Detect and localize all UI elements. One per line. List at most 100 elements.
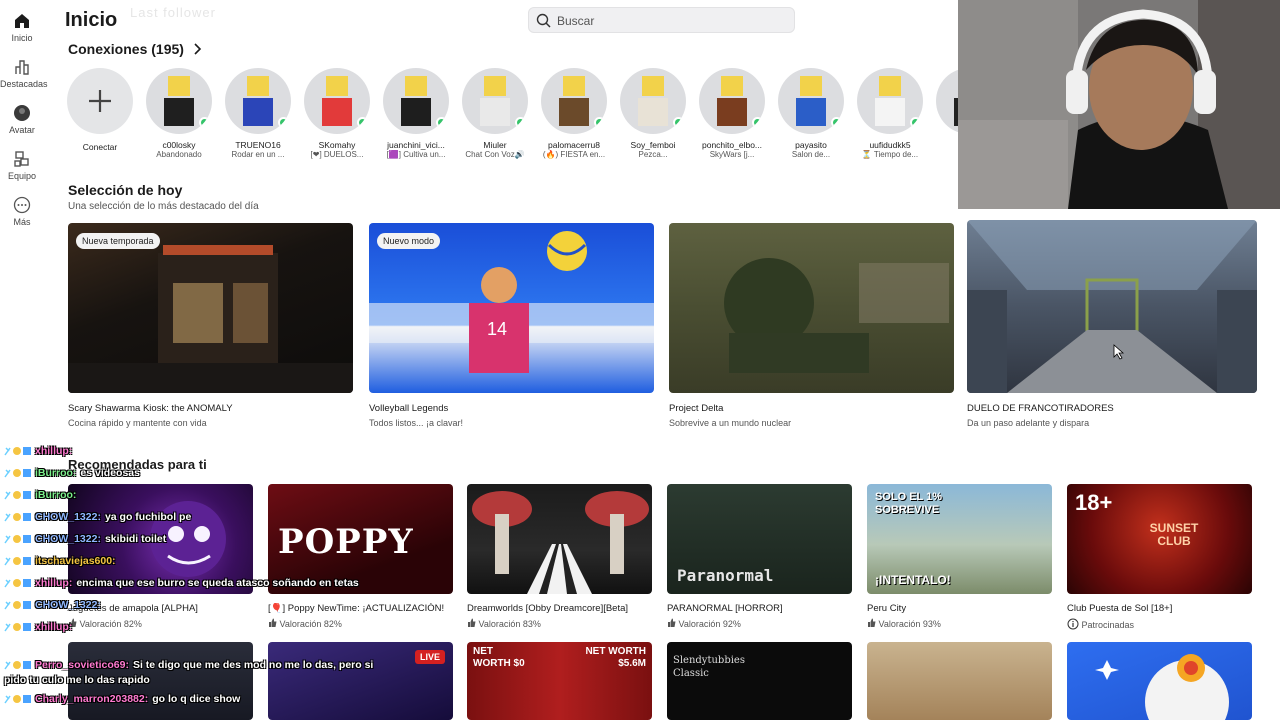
chat-text: go lo q dice show xyxy=(152,693,241,705)
nav-item-avatar[interactable]: Avatar xyxy=(0,104,44,135)
recommended-card[interactable]: SOLO EL 1% SOBREVIVE ¡INTENTALO! Peru Ci… xyxy=(867,484,1052,629)
dreamcore-art xyxy=(472,491,649,594)
chat-username: xhillup: xyxy=(35,445,73,457)
friend-item[interactable]: uufidudkk5 ⏳ Tiempo de... xyxy=(853,68,927,159)
webcam-feed xyxy=(958,0,1280,209)
recommended-card[interactable]: Dreamworlds [Obby Dreamcore][Beta] Valor… xyxy=(467,484,652,629)
friend-name: palomacerru8 xyxy=(548,140,600,150)
chat-text: es videosas xyxy=(80,467,140,479)
nav-label: Equipo xyxy=(7,171,37,181)
stream-overlay-label: Last follower xyxy=(130,5,216,20)
friend-item[interactable]: Miuler Chat Con Voz🔊 xyxy=(458,68,532,159)
chat-text: skibidi toilet xyxy=(104,533,167,545)
chat-username: xhillup: xyxy=(35,577,73,589)
game-thumbnail xyxy=(867,642,1052,720)
chat-username: Charly_marron203882: xyxy=(35,693,149,705)
today-card[interactable]: Project Delta Sobrevive a un mundo nucle… xyxy=(669,223,954,428)
friend-status: Pezca... xyxy=(638,150,668,159)
more-icon xyxy=(13,196,31,214)
chat-message: iBurroo: es videosas xyxy=(4,466,140,481)
chat-message: Perro_sovietico69: Si te digo que me des … xyxy=(4,658,376,688)
friend-item[interactable]: Soy_femboi Pezca... xyxy=(616,68,690,159)
thumbnail-text: NET WORTH $0 xyxy=(473,646,525,669)
friend-name: TRUENO16 xyxy=(235,140,281,150)
recommended-card[interactable]: Paranormal PARANORMAL [HORROR] Valoració… xyxy=(667,484,852,629)
chat-badges-icon xyxy=(4,491,31,500)
today-card[interactable]: 14 Nuevo modo Volleyball Legends Todos l… xyxy=(369,223,654,428)
connections-header[interactable]: Conexiones (195) xyxy=(68,41,202,57)
game-thumbnail xyxy=(1067,642,1252,720)
friend-status: [❤] DUELOS... xyxy=(310,150,364,159)
chat-badges-icon xyxy=(4,661,31,670)
chat-message: CHOW_1322: ya go fuchibol pe xyxy=(4,510,191,525)
friend-item[interactable]: juanchini_vici... [🟪] Cultiva un... xyxy=(379,68,453,159)
connect-button[interactable]: Conectar xyxy=(63,68,137,152)
recommended-card[interactable]: 18+ SUNSET CLUB Club Puesta de Sol [18+]… xyxy=(1067,484,1252,630)
thumbnail-text-secondary: ¡INTENTALO! xyxy=(875,573,951,587)
roblox-home-page: Inicio Destacadas Avatar Equipo Más Inic… xyxy=(0,0,1280,720)
team-icon xyxy=(14,151,29,167)
online-status-dot xyxy=(594,117,605,128)
nav-item-inicio[interactable]: Inicio xyxy=(0,12,44,43)
today-card[interactable]: DUELO DE FRANCOTIRADORES Da un paso adel… xyxy=(967,220,1257,428)
friend-name: Miuler xyxy=(483,140,507,150)
friend-status: Rodar en un ... xyxy=(231,150,285,159)
nav-item-equipo[interactable]: Equipo xyxy=(0,150,44,181)
home-icon xyxy=(15,14,29,28)
friend-status: Abandonado xyxy=(156,150,202,159)
recommended-card[interactable]: Slendytubbies Classic xyxy=(667,642,852,720)
chat-badges-icon xyxy=(4,695,31,704)
chat-message: itschaviejas600: xyxy=(4,554,120,569)
friend-name: juanchini_vici... xyxy=(387,140,445,150)
nav-item-mas[interactable]: Más xyxy=(0,196,44,227)
game-thumbnail: 18+ SUNSET CLUB xyxy=(1067,484,1252,594)
friend-item[interactable]: SKomahy [❤] DUELOS... xyxy=(300,68,374,159)
avatar xyxy=(778,68,844,134)
nav-label: Destacadas xyxy=(0,79,48,89)
online-status-dot xyxy=(752,117,763,128)
friend-item[interactable]: TRUENO16 Rodar en un ... xyxy=(221,68,295,159)
game-subtitle: Todos listos... ¡a clavar! xyxy=(369,418,464,428)
friend-item[interactable]: ponchito_elbo... SkyWars [j... xyxy=(695,68,769,159)
nav-label: Inicio xyxy=(11,33,33,43)
recommended-card[interactable]: NET WORTH $0 NET WORTH $5.6M xyxy=(467,642,652,720)
avatar xyxy=(857,68,923,134)
sniper-map-art xyxy=(967,220,1257,393)
chat-badges-icon xyxy=(4,623,31,632)
recommended-card[interactable] xyxy=(1067,642,1252,720)
nav-item-destacadas[interactable]: Destacadas xyxy=(0,58,48,89)
online-status-dot xyxy=(357,117,368,128)
online-status-dot xyxy=(199,117,210,128)
webcam-overlay xyxy=(958,0,1280,209)
online-status-dot xyxy=(831,117,842,128)
badge: Nuevo modo xyxy=(377,233,441,249)
chat-username: CHOW_1322: xyxy=(35,533,101,545)
friend-name: SKomahy xyxy=(318,140,356,150)
friend-name: c00losky xyxy=(162,140,196,150)
thumbnail-text: Slendytubbies Classic xyxy=(673,655,745,679)
info-icon xyxy=(1067,618,1079,630)
friend-name: payasito xyxy=(795,140,827,150)
friend-item[interactable]: c00losky Abandonado xyxy=(142,68,216,159)
search-placeholder: Buscar xyxy=(557,14,595,28)
today-subtitle: Una selección de lo más destacado del dí… xyxy=(68,201,259,212)
game-subtitle: Cocina rápido y mantente con vida xyxy=(68,418,207,428)
game-rating: Valoración 83% xyxy=(467,618,652,629)
today-card[interactable]: Nueva temporada Scary Shawarma Kiosk: th… xyxy=(68,223,353,428)
game-title: Volleyball Legends xyxy=(369,403,449,414)
search-input[interactable]: Buscar xyxy=(528,7,795,33)
friend-item[interactable]: payasito Salon de... xyxy=(774,68,848,159)
game-thumbnail: Slendytubbies Classic xyxy=(667,642,852,720)
game-thumbnail xyxy=(669,223,954,393)
avatar xyxy=(383,68,449,134)
page-title: Inicio xyxy=(65,9,118,31)
friend-status: Chat Con Voz🔊 xyxy=(465,150,525,159)
game-subtitle: Sobrevive a un mundo nuclear xyxy=(669,418,792,428)
nav-label: Más xyxy=(13,217,31,227)
game-thumbnail: Paranormal xyxy=(667,484,852,594)
mouse-cursor-icon xyxy=(1113,344,1125,360)
recommended-card[interactable] xyxy=(867,642,1052,720)
friend-item[interactable]: palomacerru8 (🔥) FIESTA en... xyxy=(537,68,611,159)
avatar xyxy=(541,68,607,134)
chat-message: iBurroo: xyxy=(4,488,80,503)
